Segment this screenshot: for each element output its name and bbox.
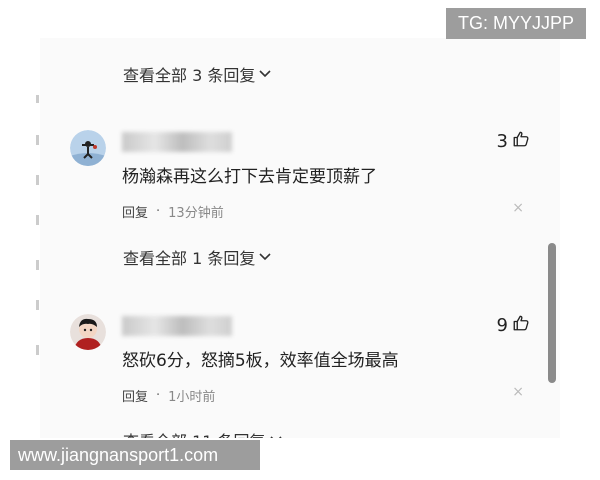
- view-all-replies-button[interactable]: 查看全部 3 条回复: [123, 62, 271, 86]
- left-margin: [0, 0, 40, 480]
- comment-text: 怒砍6分，怒摘5板，效率值全场最高: [122, 351, 399, 371]
- like-button[interactable]: 3: [497, 130, 530, 153]
- thumbs-up-icon: [512, 314, 530, 337]
- like-count: 9: [496, 315, 508, 336]
- edge-fragment: [36, 345, 39, 355]
- watermark-site: www.jiangnansport1.com: [10, 440, 260, 470]
- comment-text: 杨瀚森再这么打下去肯定要顶薪了: [122, 167, 377, 187]
- view-all-label: 查看全部 1 条回复: [123, 249, 256, 268]
- avatar[interactable]: [70, 314, 106, 350]
- meta-separator: ·: [156, 388, 161, 403]
- view-all-replies-button[interactable]: 查看全部 11 条回复: [123, 428, 282, 438]
- scrollbar-thumb[interactable]: [548, 243, 556, 383]
- username-blurred: [122, 132, 232, 152]
- comment-item: 3 杨瀚森再这么打下去肯定要顶薪了 回复 · 13分钟前 ×: [70, 130, 530, 230]
- avatar[interactable]: [70, 130, 106, 166]
- edge-fragment: [36, 215, 39, 225]
- like-count: 3: [496, 131, 508, 152]
- like-button[interactable]: 9: [497, 314, 530, 337]
- close-icon[interactable]: ×: [512, 384, 524, 400]
- view-all-replies-button[interactable]: 查看全部 1 条回复: [123, 245, 271, 269]
- reply-button[interactable]: 回复: [122, 386, 148, 405]
- chevron-down-icon: [259, 67, 271, 81]
- comment-meta: 回复 · 13分钟前: [122, 202, 224, 221]
- close-icon[interactable]: ×: [512, 200, 524, 216]
- chevron-down-icon: [269, 433, 282, 438]
- edge-fragment: [36, 135, 39, 145]
- username-blurred: [122, 316, 232, 336]
- watermark-tg: TG: MYYJJPP: [445, 8, 586, 39]
- comment-panel: 查看全部 3 条回复 3 杨瀚森再这么打下去肯定要顶薪了 回复 · 13分钟前 …: [40, 38, 560, 438]
- comment-meta: 回复 · 1小时前: [122, 386, 215, 405]
- edge-fragment: [36, 300, 39, 310]
- comment-time: 13分钟前: [168, 206, 224, 221]
- comment-item: 9 怒砍6分，怒摘5板，效率值全场最高 回复 · 1小时前 ×: [70, 314, 530, 414]
- view-all-label: 查看全部 3 条回复: [123, 66, 256, 85]
- comment-time: 1小时前: [168, 390, 216, 405]
- edge-fragment: [36, 175, 39, 185]
- chevron-down-icon: [259, 250, 271, 264]
- view-all-label: 查看全部 11 条回复: [123, 428, 266, 438]
- reply-button[interactable]: 回复: [122, 202, 148, 221]
- edge-fragment: [36, 260, 39, 270]
- edge-fragment: [36, 95, 39, 103]
- meta-separator: ·: [156, 204, 161, 219]
- thumbs-up-icon: [512, 130, 530, 153]
